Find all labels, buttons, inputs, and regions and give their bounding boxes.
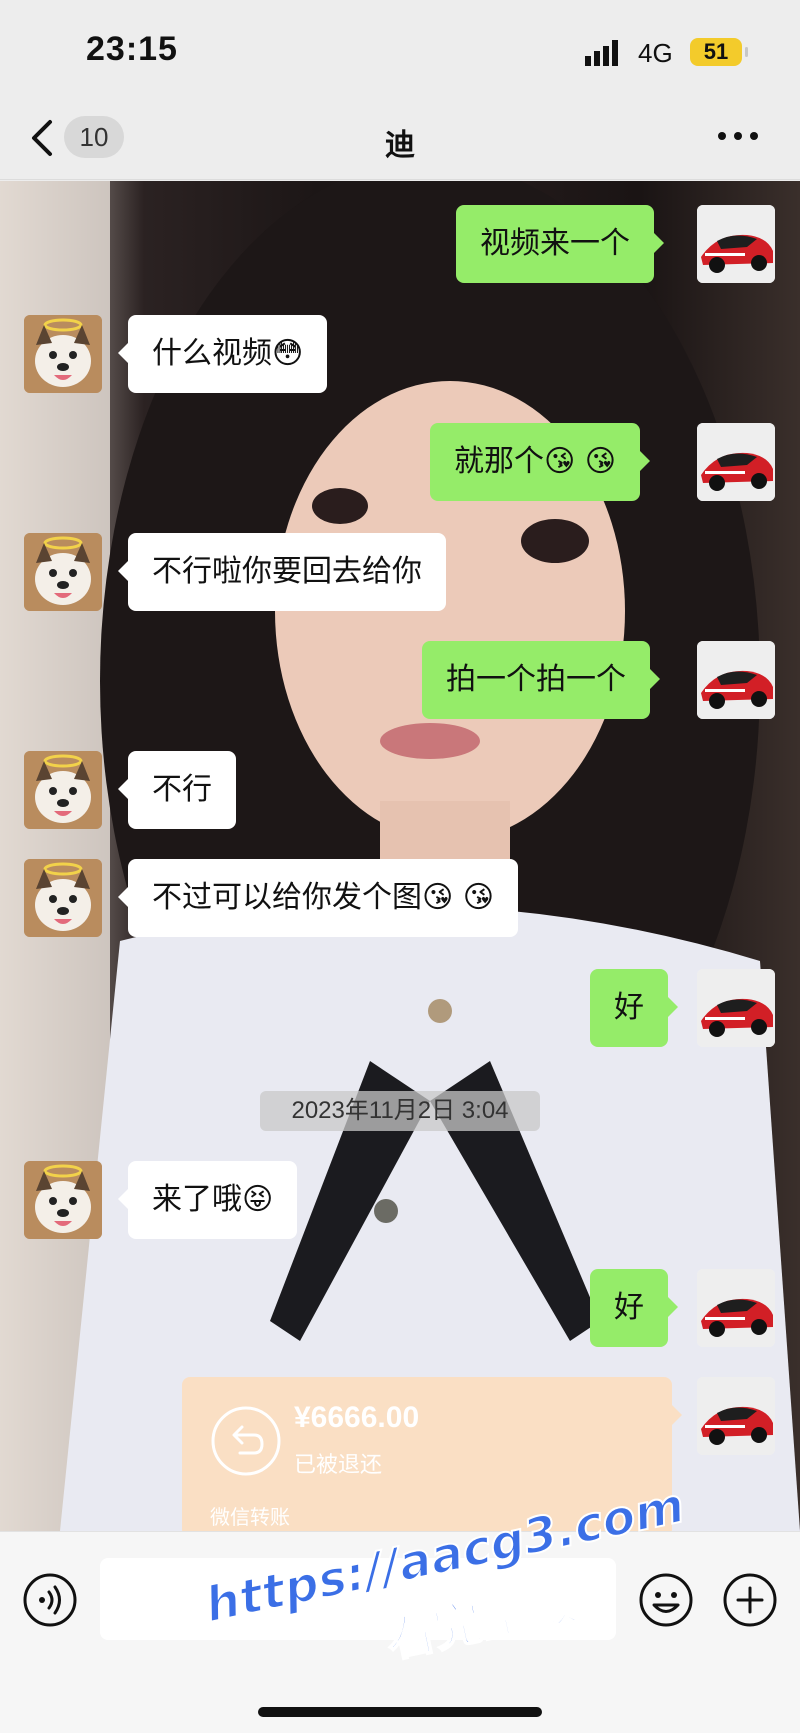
plus-icon[interactable] [722,1572,778,1628]
unread-count-badge[interactable]: 10 [64,116,124,158]
message-text: 什么视频 [152,336,272,371]
message-text: 不行啦你要回去给你 [152,554,422,589]
message-text: 不过可以给你发个图 [152,880,422,915]
message-text: 好 [614,1290,644,1325]
contact-avatar[interactable] [24,1161,102,1239]
voice-input-icon[interactable] [22,1572,78,1628]
dog-avatar-image [24,859,102,937]
status-bar: 23:15 4G 51 [0,0,800,100]
refund-icon [211,1406,281,1476]
emoji-kiss: 😘 😘 [422,880,495,915]
message-bubble-sent[interactable]: 好 [590,969,678,1047]
signal-icon [585,40,618,66]
message-text: 就那个 [454,444,544,479]
battery-indicator: 51 [690,38,748,66]
status-time: 23:15 [86,30,178,68]
dog-avatar-image [24,751,102,829]
message-bubble-sent[interactable]: 拍一个拍一个 [422,641,660,719]
message-text: 拍一个拍一个 [446,662,626,697]
message-bubble-received[interactable]: 不过可以给你发个图😘 😘 [117,859,519,937]
chat-message-area[interactable]: 视频来一个 什么视频😳 就那个😘 😘 不行啦你要回去给你 拍一个拍一个 不行 不… [0,181,800,1531]
contact-avatar[interactable] [24,533,102,611]
emoji-kiss: 😘 😘 [544,444,617,479]
back-icon[interactable] [28,118,54,158]
message-bubble-received[interactable]: 来了哦😝 [117,1161,298,1239]
message-text: 视频来一个 [480,226,630,261]
message-text: 来了哦 [152,1182,242,1217]
contact-avatar[interactable] [24,315,102,393]
dog-avatar-image [24,315,102,393]
emoji-flushed: 😳 [272,336,304,371]
car-avatar-image [697,641,775,719]
my-avatar[interactable] [697,205,775,283]
message-bubble-received[interactable]: 什么视频😳 [117,315,328,393]
message-timestamp: 2023年11月2日 3:04 [260,1091,540,1131]
message-bubble-sent[interactable]: 视频来一个 [456,205,664,283]
transfer-amount: ¥6666.00 [294,1401,420,1434]
more-options-icon[interactable] [716,128,760,144]
my-avatar[interactable] [697,641,775,719]
message-text: 不行 [152,772,212,807]
dog-avatar-image [24,533,102,611]
car-avatar-image [697,205,775,283]
chat-header: 10 迪 [0,100,800,180]
car-avatar-image [697,1269,775,1347]
my-avatar[interactable] [697,1377,775,1455]
contact-avatar[interactable] [24,751,102,829]
my-avatar[interactable] [697,969,775,1047]
chat-background-image [0,181,800,1531]
my-avatar[interactable] [697,1269,775,1347]
car-avatar-image [697,1377,775,1455]
emoji-tongue: 😝 [242,1182,274,1217]
message-bubble-received[interactable]: 不行啦你要回去给你 [118,533,446,611]
contact-avatar[interactable] [24,859,102,937]
network-label: 4G [638,38,673,68]
message-bubble-sent[interactable]: 好 [590,1269,678,1347]
my-avatar[interactable] [697,423,775,501]
message-bubble-received[interactable]: 不行 [118,751,236,829]
message-text: 好 [614,990,644,1025]
dog-avatar-image [24,1161,102,1239]
car-avatar-image [697,423,775,501]
car-avatar-image [697,969,775,1047]
message-bubble-sent[interactable]: 就那个😘 😘 [430,423,651,501]
chat-title: 迪 [385,128,415,163]
transfer-status: 已被退还 [294,1453,383,1478]
